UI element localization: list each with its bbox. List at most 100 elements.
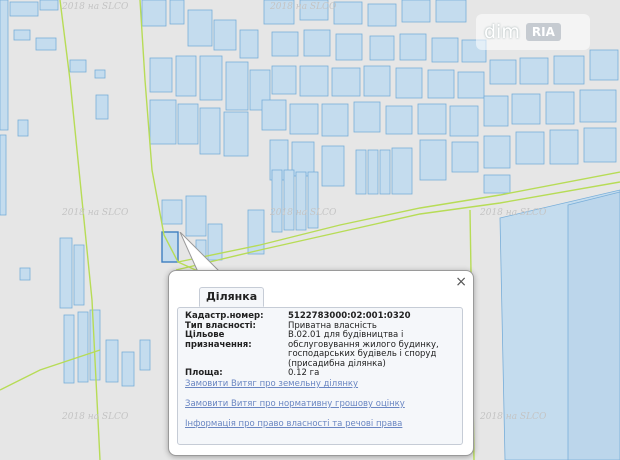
parcel[interactable] [77, 311, 89, 383]
tab-parcel[interactable]: Ділянка [199, 287, 265, 307]
ownership-info-link[interactable]: Інформація про право власності та речові… [185, 419, 402, 429]
parcel[interactable] [435, 0, 467, 23]
parcel[interactable] [321, 103, 349, 137]
parcel[interactable] [401, 0, 431, 23]
parcel[interactable] [149, 57, 173, 93]
parcel[interactable] [223, 111, 249, 157]
parcel[interactable] [549, 129, 579, 165]
parcel-large-east-2[interactable] [567, 191, 620, 460]
parcel[interactable] [355, 149, 367, 195]
parcel[interactable] [307, 171, 319, 229]
parcel-info-panel: Кадастр.номер: 5122783000:02:001:0320 Ти… [177, 307, 463, 445]
parcel[interactable] [199, 107, 221, 155]
parcel[interactable] [271, 65, 297, 95]
attribute-label: Цільове призначення: [185, 330, 252, 350]
parcel[interactable] [333, 1, 363, 25]
parcel[interactable] [9, 1, 39, 17]
parcel[interactable] [419, 139, 447, 181]
parcel[interactable] [161, 199, 183, 225]
parcel[interactable] [395, 67, 423, 99]
parcel[interactable] [95, 94, 109, 120]
parcel[interactable] [451, 141, 479, 173]
parcel[interactable] [169, 0, 185, 25]
parcel[interactable] [149, 99, 177, 145]
parcel-attributes: Кадастр.номер: 5122783000:02:001:0320 Ти… [185, 311, 455, 379]
parcel[interactable] [589, 49, 619, 81]
parcel[interactable] [579, 89, 617, 123]
parcel[interactable] [299, 65, 329, 97]
parcel[interactable] [17, 119, 29, 137]
parcel[interactable] [417, 103, 447, 135]
parcel[interactable] [139, 339, 151, 371]
parcel[interactable] [483, 174, 511, 194]
parcel-west-strip-2[interactable] [0, 134, 7, 216]
parcel[interactable] [105, 339, 119, 383]
parcel[interactable] [299, 0, 329, 21]
parcel[interactable] [335, 33, 363, 61]
parcel[interactable] [291, 141, 315, 177]
order-valuation-extract-link[interactable]: Замовити Витяг про нормативну грошову оц… [185, 399, 405, 409]
parcel[interactable] [121, 351, 135, 387]
parcel[interactable] [515, 131, 545, 165]
parcel[interactable] [295, 171, 307, 231]
parcel[interactable] [35, 37, 57, 51]
parcel[interactable] [289, 103, 319, 135]
parcel[interactable] [331, 67, 361, 97]
popup-pointer [179, 232, 221, 272]
parcel[interactable] [175, 55, 197, 97]
parcel[interactable] [399, 33, 427, 61]
parcel[interactable] [353, 101, 381, 133]
parcel[interactable] [367, 3, 397, 27]
parcel[interactable] [73, 244, 85, 306]
parcel[interactable] [363, 65, 391, 97]
parcel[interactable] [583, 127, 617, 163]
parcel[interactable] [13, 29, 31, 41]
logo-ria: RIA [525, 23, 561, 41]
parcel-area: 0.12 га [288, 368, 320, 378]
parcel[interactable] [19, 267, 31, 281]
parcel[interactable] [177, 103, 199, 145]
parcel[interactable] [239, 29, 259, 59]
parcel[interactable] [427, 69, 455, 99]
parcel[interactable] [369, 35, 395, 61]
logo-dim: dim [484, 21, 520, 43]
parcel[interactable] [321, 145, 345, 187]
parcel[interactable] [367, 149, 379, 195]
parcel[interactable] [457, 71, 485, 99]
parcel[interactable] [63, 314, 75, 384]
parcel[interactable] [213, 19, 237, 51]
parcel[interactable] [379, 149, 391, 195]
parcel[interactable] [199, 55, 223, 101]
parcel[interactable] [271, 169, 283, 233]
parcel[interactable] [94, 69, 106, 79]
dim-ria-logo: dim RIA [476, 14, 590, 50]
parcel[interactable] [545, 91, 575, 125]
parcel[interactable] [391, 147, 413, 195]
parcel-info-popup: × Ділянка Кадастр.номер: 5122783000:02:0… [168, 270, 474, 456]
close-icon[interactable]: × [455, 274, 467, 290]
parcel[interactable] [263, 0, 295, 25]
parcel[interactable] [385, 105, 413, 135]
parcel[interactable] [185, 195, 207, 237]
parcel[interactable] [303, 29, 331, 57]
parcel-west-strip[interactable] [0, 0, 9, 131]
parcel[interactable] [141, 0, 167, 27]
parcel[interactable] [449, 105, 479, 137]
parcel[interactable] [483, 95, 509, 127]
parcel[interactable] [519, 57, 549, 85]
parcel[interactable] [261, 99, 287, 131]
parcel[interactable] [59, 237, 73, 309]
order-parcel-extract-link[interactable]: Замовити Витяг про земельну ділянку [185, 379, 358, 389]
parcel[interactable] [431, 37, 459, 63]
parcel[interactable] [283, 169, 295, 231]
parcel[interactable] [271, 31, 299, 57]
parcel[interactable] [39, 0, 59, 11]
parcel[interactable] [511, 93, 541, 125]
parcel[interactable] [483, 135, 511, 169]
attribute-row-purpose: Цільове призначення: В.02.01 для будівни… [185, 330, 455, 369]
parcel[interactable] [553, 55, 585, 85]
parcel[interactable] [69, 59, 87, 73]
parcel[interactable] [489, 59, 517, 85]
parcel[interactable] [187, 9, 213, 47]
parcel[interactable] [225, 61, 249, 111]
